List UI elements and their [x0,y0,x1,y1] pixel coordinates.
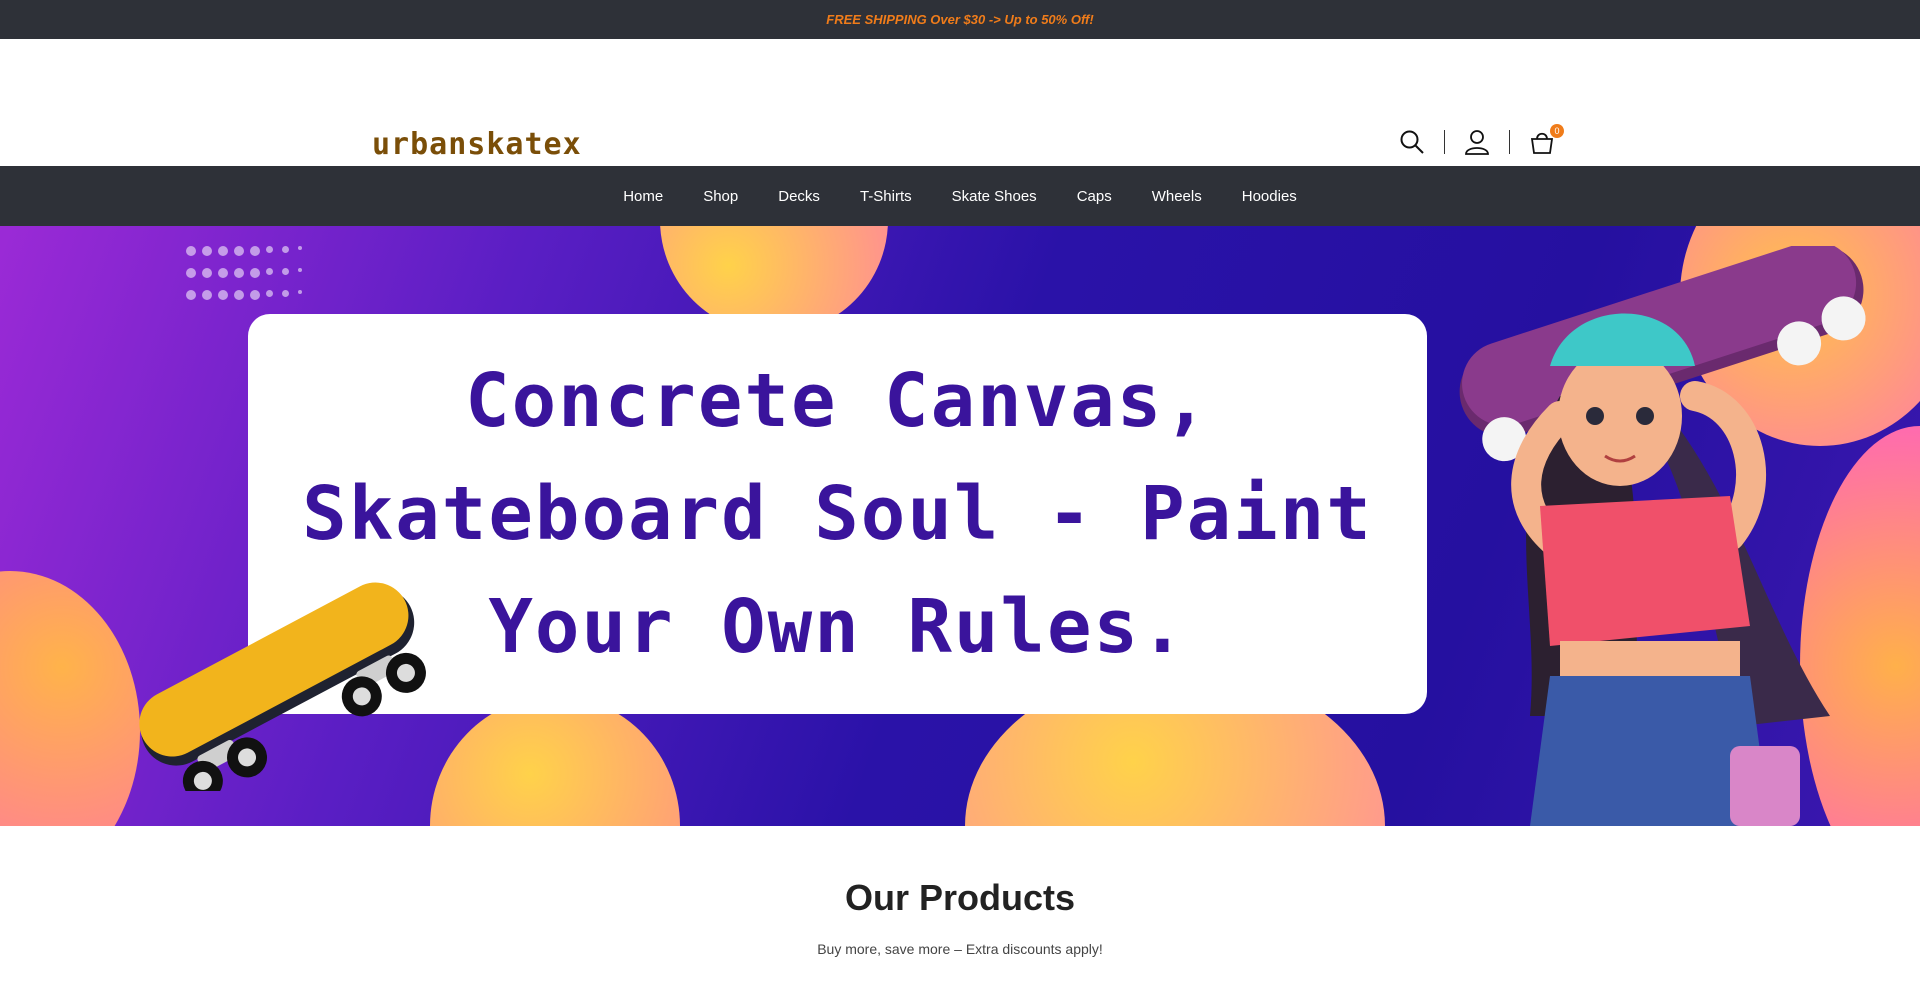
nav-item-hoodies[interactable]: Hoodies [1222,188,1317,205]
nav-item-decks[interactable]: Decks [758,188,840,205]
search-icon[interactable] [1396,126,1428,158]
section-title: Our Products [844,877,1076,918]
account-icon[interactable] [1461,126,1493,158]
nav-item-t-shirts[interactable]: T-Shirts [840,188,932,205]
nav-item-skate-shoes[interactable]: Skate Shoes [932,188,1057,205]
logo[interactable]: urbanskatex [372,127,582,162]
hero-banner: Concrete Canvas, Skateboard Soul - Paint… [0,226,1920,826]
decor-dots [186,246,314,300]
nav-item-caps[interactable]: Caps [1057,188,1132,205]
products-section: Our Products Buy more, save more – Extra… [0,826,1920,957]
hero-headline: Concrete Canvas, Skateboard Soul - Paint… [302,357,1373,670]
cart-icon[interactable]: 0 [1526,124,1564,158]
cart-count-badge: 0 [1550,124,1564,138]
skateboard-illustration [139,582,426,791]
section-subtitle: Buy more, save more – Extra discounts ap… [817,941,1103,957]
nav-item-wheels[interactable]: Wheels [1132,188,1222,205]
skater-girl-illustration [1459,246,1866,826]
announcement-bar: FREE SHIPPING Over $30 -> Up to 50% Off! [0,0,1920,39]
divider [1444,130,1445,154]
main-nav: Home Shop Decks T-Shirts Skate Shoes Cap… [0,166,1920,226]
site-header: urbanskatex 0 [0,39,1920,166]
nav-item-home[interactable]: Home [603,188,683,205]
announcement-text: FREE SHIPPING Over $30 -> Up to 50% Off! [826,12,1094,27]
divider [1509,130,1510,154]
nav-item-shop[interactable]: Shop [683,188,758,205]
decor-blob [430,696,680,826]
header-icons: 0 [1396,124,1564,158]
